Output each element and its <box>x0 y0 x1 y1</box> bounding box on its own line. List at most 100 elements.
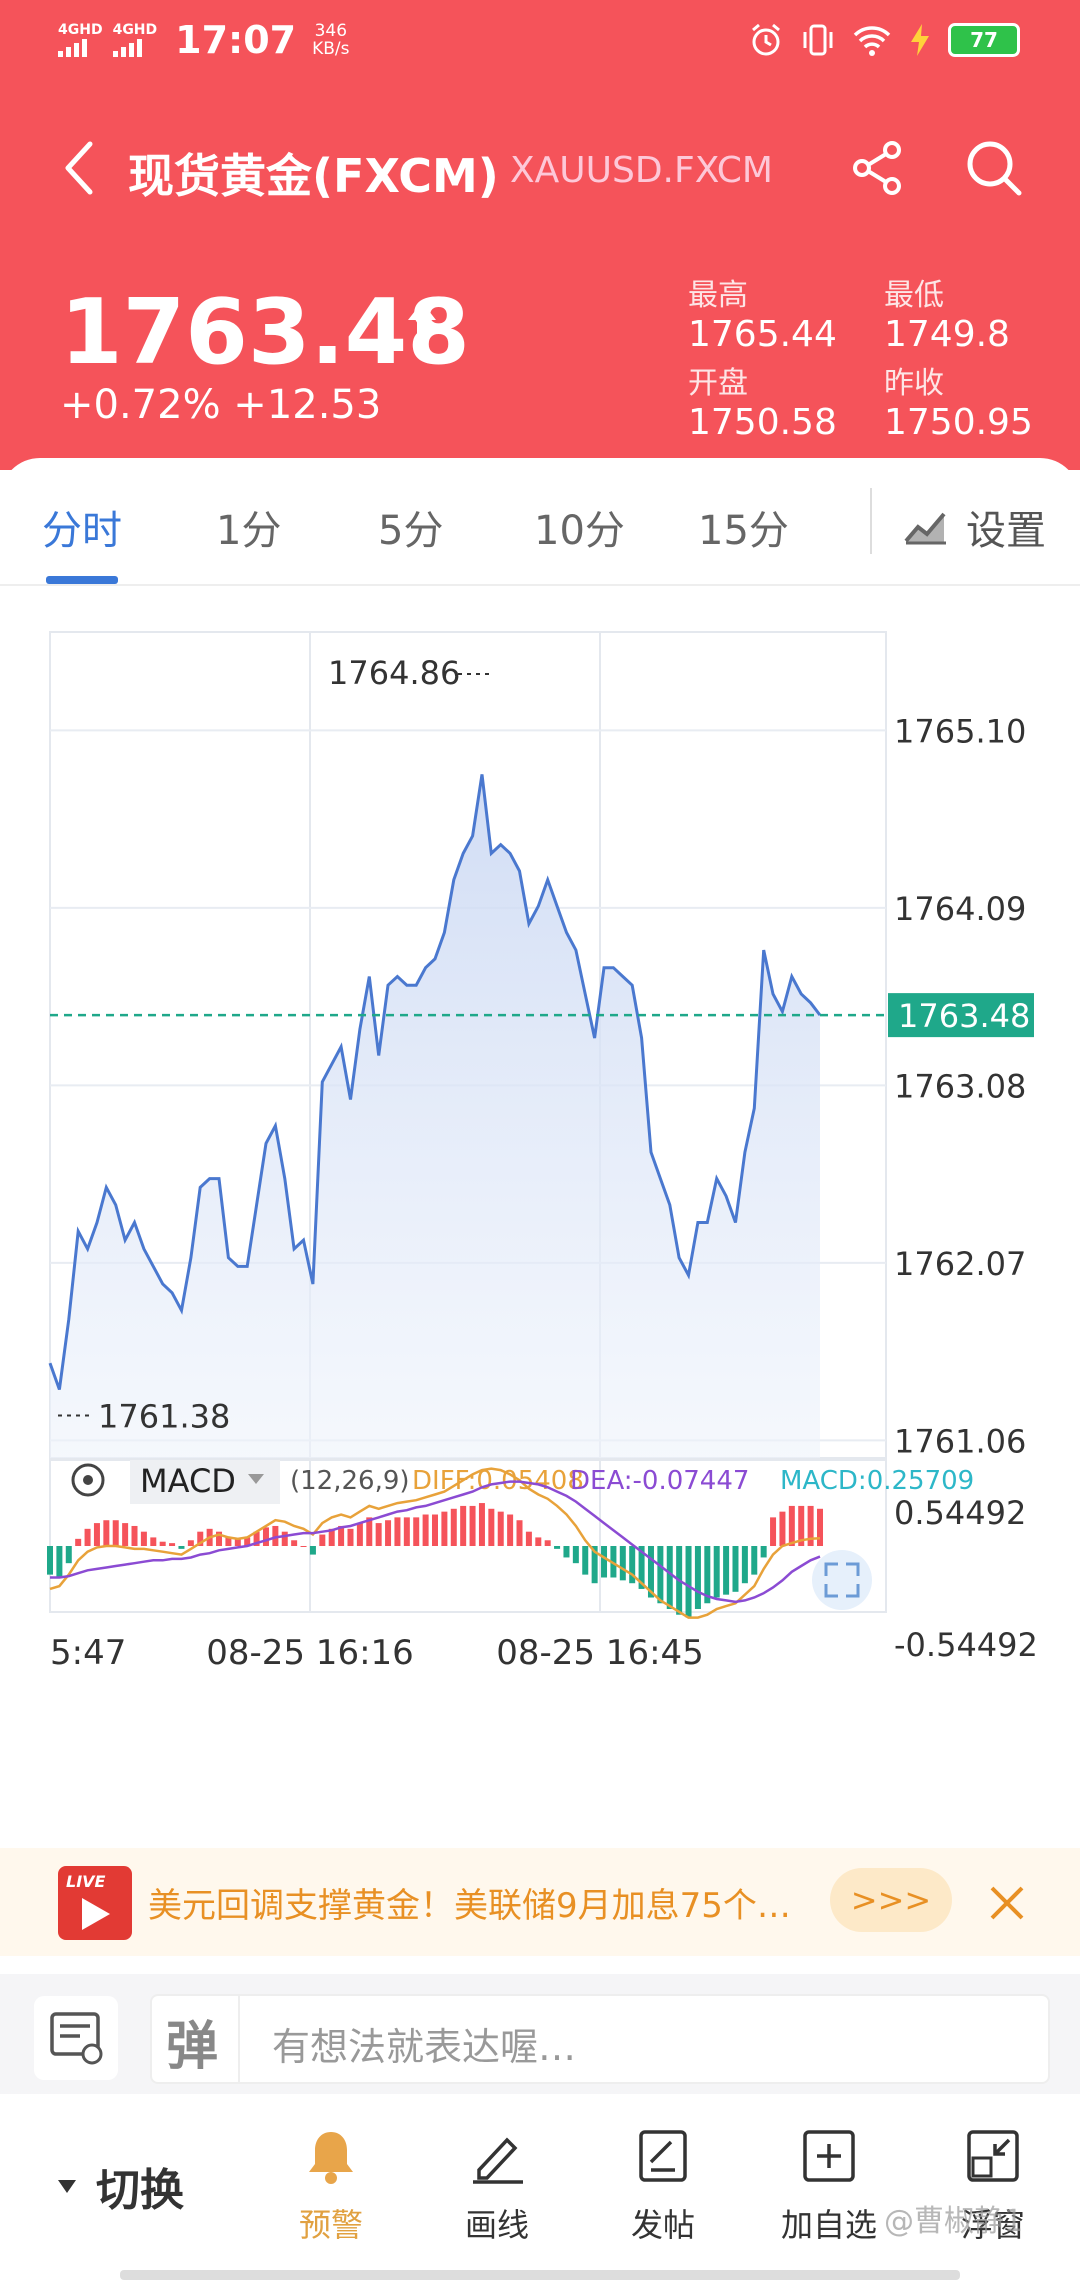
switch-button[interactable]: 切换 <box>58 2154 184 2218</box>
comment-input[interactable]: 弹 有想法就表达喔… <box>150 1994 1050 2084</box>
stat-label: 最高 <box>688 278 748 313</box>
search-icon[interactable] <box>962 136 1026 200</box>
price-chart-area[interactable]: 1765.10 1764.09 1763.08 1762.07 1761.06 1763.… <box>0 600 1080 1820</box>
close-icon[interactable] <box>982 1872 1032 1932</box>
wifi-icon <box>853 26 891 56</box>
signal-1: 4GHD <box>58 23 103 57</box>
macd-bar <box>75 1538 82 1546</box>
float-window-icon <box>967 2130 1019 2182</box>
news-banner[interactable]: LIVE 美元回调支撑黄金！美联储9月加息75个… >>> <box>0 1848 1080 1956</box>
stat-label: 最低 <box>884 278 944 313</box>
y-tick-label: 1765.10 <box>894 712 1026 750</box>
macd-bar <box>460 1505 467 1546</box>
charging-icon <box>911 24 929 56</box>
y-tick-label: 1763.08 <box>894 1067 1026 1105</box>
macd-bar <box>131 1525 138 1546</box>
current-price-label: 1763.48 <box>898 997 1030 1035</box>
x-tick-label: 08-25 16:45 <box>496 1633 704 1673</box>
add-square-icon <box>803 2130 855 2182</box>
tab-1min[interactable]: 1分 <box>216 498 281 556</box>
up-arrow-icon <box>408 302 436 342</box>
add-watchlist-button[interactable]: 加自选 <box>764 2126 894 2246</box>
network-speed: 346 KB/s <box>312 22 349 58</box>
macd-bar <box>488 1508 495 1546</box>
x-tick-label: 5:47 <box>50 1633 126 1673</box>
network-type-label: 4GHD <box>112 22 158 38</box>
stat-label: 开盘 <box>688 366 748 401</box>
min-price-label: 1761.38 <box>98 1397 230 1435</box>
macd-bar <box>93 1523 100 1546</box>
stat-value: 1750.95 <box>884 402 1033 443</box>
macd-bar <box>713 1546 720 1598</box>
macd-bar <box>159 1541 166 1546</box>
network-speed-value: 346 <box>314 21 348 41</box>
watermark: @曹椒静1 <box>884 2204 1024 2239</box>
app-header: 现货黄金(FXCM) XAUUSD.FXCM <box>0 120 1080 220</box>
settings-label: 设置 <box>966 508 1046 554</box>
macd-bar <box>122 1523 129 1546</box>
macd-bar <box>685 1546 692 1618</box>
dea-label: DEA:-0.07447 <box>570 1466 749 1496</box>
vibrate-icon <box>803 24 833 56</box>
stat-value: 1749.8 <box>884 314 1010 355</box>
post-list-icon <box>50 2012 103 2065</box>
news-headline[interactable]: 美元回调支撑黄金！美联储9月加息75个… <box>148 1878 828 1927</box>
settings-button[interactable]: 设置 <box>904 498 1046 556</box>
price-area <box>50 774 820 1458</box>
macd-bar <box>140 1531 147 1546</box>
stat-high: 最高 1765.44 <box>688 270 837 355</box>
share-icon[interactable] <box>848 138 908 198</box>
tab-5min[interactable]: 5分 <box>378 498 443 556</box>
stat-value: 1750.58 <box>688 402 837 443</box>
macd-bar <box>187 1540 194 1546</box>
macd-bar <box>403 1517 410 1546</box>
macd-bar <box>582 1546 589 1575</box>
pen-icon <box>473 2137 523 2184</box>
battery-icon: 77 <box>948 23 1020 57</box>
draw-line-button[interactable]: 画线 <box>432 2126 562 2246</box>
signal-icon <box>112 37 142 57</box>
bottom-toolbar: 切换 预警 画线 发帖 加自选 浮窗 <box>0 2094 1080 2280</box>
macd-bar <box>694 1546 701 1609</box>
tab-intraday[interactable]: 分时 <box>42 498 122 556</box>
macd-bar <box>385 1520 392 1546</box>
indicator-name: MACD <box>140 1462 236 1500</box>
macd-bar <box>563 1546 570 1558</box>
post-button[interactable]: 发帖 <box>598 2126 728 2246</box>
tool-label: 预警 <box>298 2206 363 2244</box>
alarm-icon <box>752 23 780 56</box>
macd-bar <box>657 1546 664 1604</box>
macd-bar <box>347 1528 354 1546</box>
post-list-button[interactable] <box>34 1996 118 2080</box>
macd-bar <box>356 1523 363 1546</box>
comment-placeholder: 有想法就表达喔… <box>272 2025 577 2069</box>
macd-bar <box>544 1540 551 1546</box>
macd-bar <box>497 1511 504 1546</box>
macd-bar <box>619 1546 626 1581</box>
macd-bar <box>103 1520 110 1546</box>
stat-low: 最低 1749.8 <box>884 270 1010 355</box>
macd-label: MACD:0.25709 <box>780 1466 974 1496</box>
tab-10min[interactable]: 10分 <box>534 498 625 556</box>
macd-bar <box>723 1546 730 1595</box>
macd-bar <box>760 1546 767 1558</box>
macd-tick-label: -0.54492 <box>894 1626 1038 1664</box>
fullscreen-icon <box>812 1550 872 1610</box>
macd-bar <box>262 1527 269 1546</box>
macd-bar <box>507 1514 514 1546</box>
macd-bar <box>112 1520 119 1546</box>
stat-value: 1765.44 <box>688 314 837 355</box>
divider <box>870 488 872 554</box>
tab-15min[interactable]: 15分 <box>698 498 789 556</box>
danmaku-icon[interactable]: 弹 <box>166 2004 234 2077</box>
more-button[interactable]: >>> <box>830 1868 952 1932</box>
x-tick-label: 08-25 16:16 <box>206 1633 414 1673</box>
y-tick-label: 1762.07 <box>894 1245 1026 1283</box>
signal-2: 4GHD <box>112 22 158 57</box>
macd-bar <box>554 1546 561 1549</box>
back-icon[interactable] <box>56 138 108 198</box>
macd-bar <box>450 1508 457 1546</box>
alert-button[interactable]: 预警 <box>266 2126 396 2246</box>
symbol-code: XAUUSD.FXCM <box>510 150 773 191</box>
macd-bar <box>394 1517 401 1546</box>
